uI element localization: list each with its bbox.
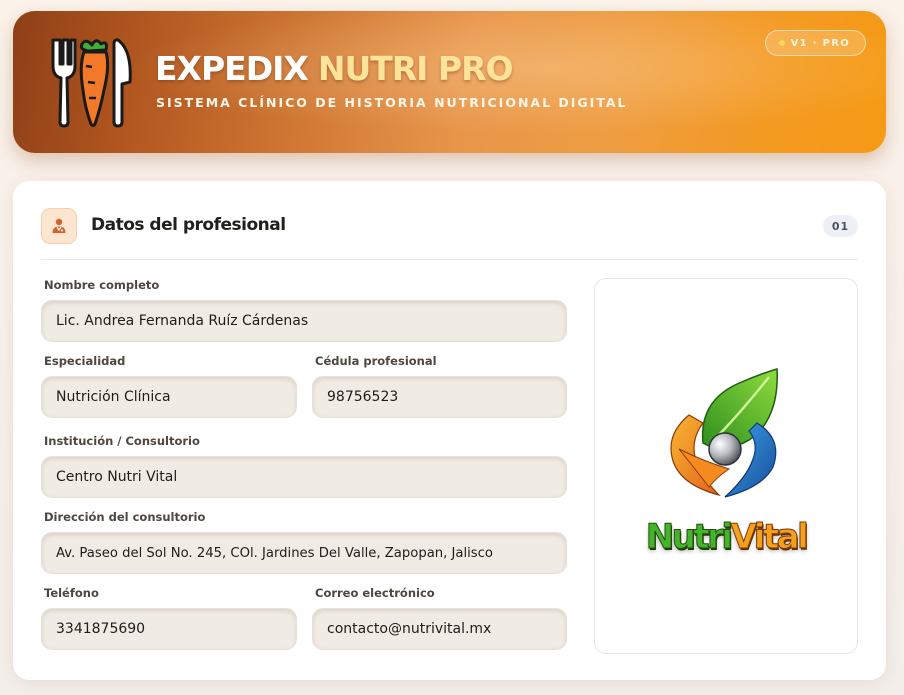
nombre-label: Nombre completo	[44, 278, 160, 292]
clinic-logo-panel[interactable]: NutriVital	[594, 278, 858, 654]
professional-data-card: Datos del profesional 01 Nombre completo…	[13, 181, 886, 680]
correo-input[interactable]: contacto@nutrivital.mx	[312, 608, 567, 650]
telefono-input[interactable]: 3341875690	[41, 608, 297, 650]
section-title: Datos del profesional	[91, 215, 286, 235]
fork-carrot-knife-icon	[51, 38, 132, 128]
nombre-input[interactable]: Lic. Andrea Fernanda Ruíz Cárdenas	[41, 300, 567, 342]
status-dot-icon	[778, 40, 785, 46]
doctor-user-icon	[41, 208, 77, 244]
cedula-input[interactable]: 98756523	[312, 376, 567, 418]
especialidad-label: Especialidad	[44, 354, 126, 368]
especialidad-input[interactable]: Nutrición Clínica	[41, 376, 297, 418]
section-number-badge: 01	[823, 215, 858, 237]
app-subtitle: SISTEMA CLÍNICO DE HISTORIA NUTRICIONAL …	[156, 95, 628, 110]
version-badge-label: V1 · PRO	[790, 37, 850, 49]
correo-label: Correo electrónico	[315, 586, 435, 600]
institucion-input[interactable]: Centro Nutri Vital	[41, 456, 567, 498]
app-title-main: EXPEDIX	[155, 49, 309, 88]
section-divider	[41, 259, 858, 260]
app-title-accent: NUTRI PRO	[317, 49, 514, 88]
direccion-input[interactable]: Av. Paseo del Sol No. 245, COl. Jardines…	[41, 532, 567, 574]
version-badge: V1 · PRO	[764, 30, 866, 56]
app-title: EXPEDIX NUTRI PRO	[155, 49, 514, 88]
app-header-banner: EXPEDIX NUTRI PRO SISTEMA CLÍNICO DE HIST…	[13, 11, 886, 153]
logo-text-vital: Vital	[730, 517, 809, 558]
nutrivital-leaf-swirl-logo	[670, 368, 778, 498]
cedula-label: Cédula profesional	[315, 354, 437, 368]
institucion-label: Institución / Consultorio	[44, 434, 200, 448]
clinic-logo-wordmark: NutriVital	[595, 517, 857, 558]
direccion-label: Dirección del consultorio	[44, 510, 206, 524]
telefono-label: Teléfono	[44, 586, 99, 600]
logo-text-nutri: Nutri	[645, 517, 733, 558]
